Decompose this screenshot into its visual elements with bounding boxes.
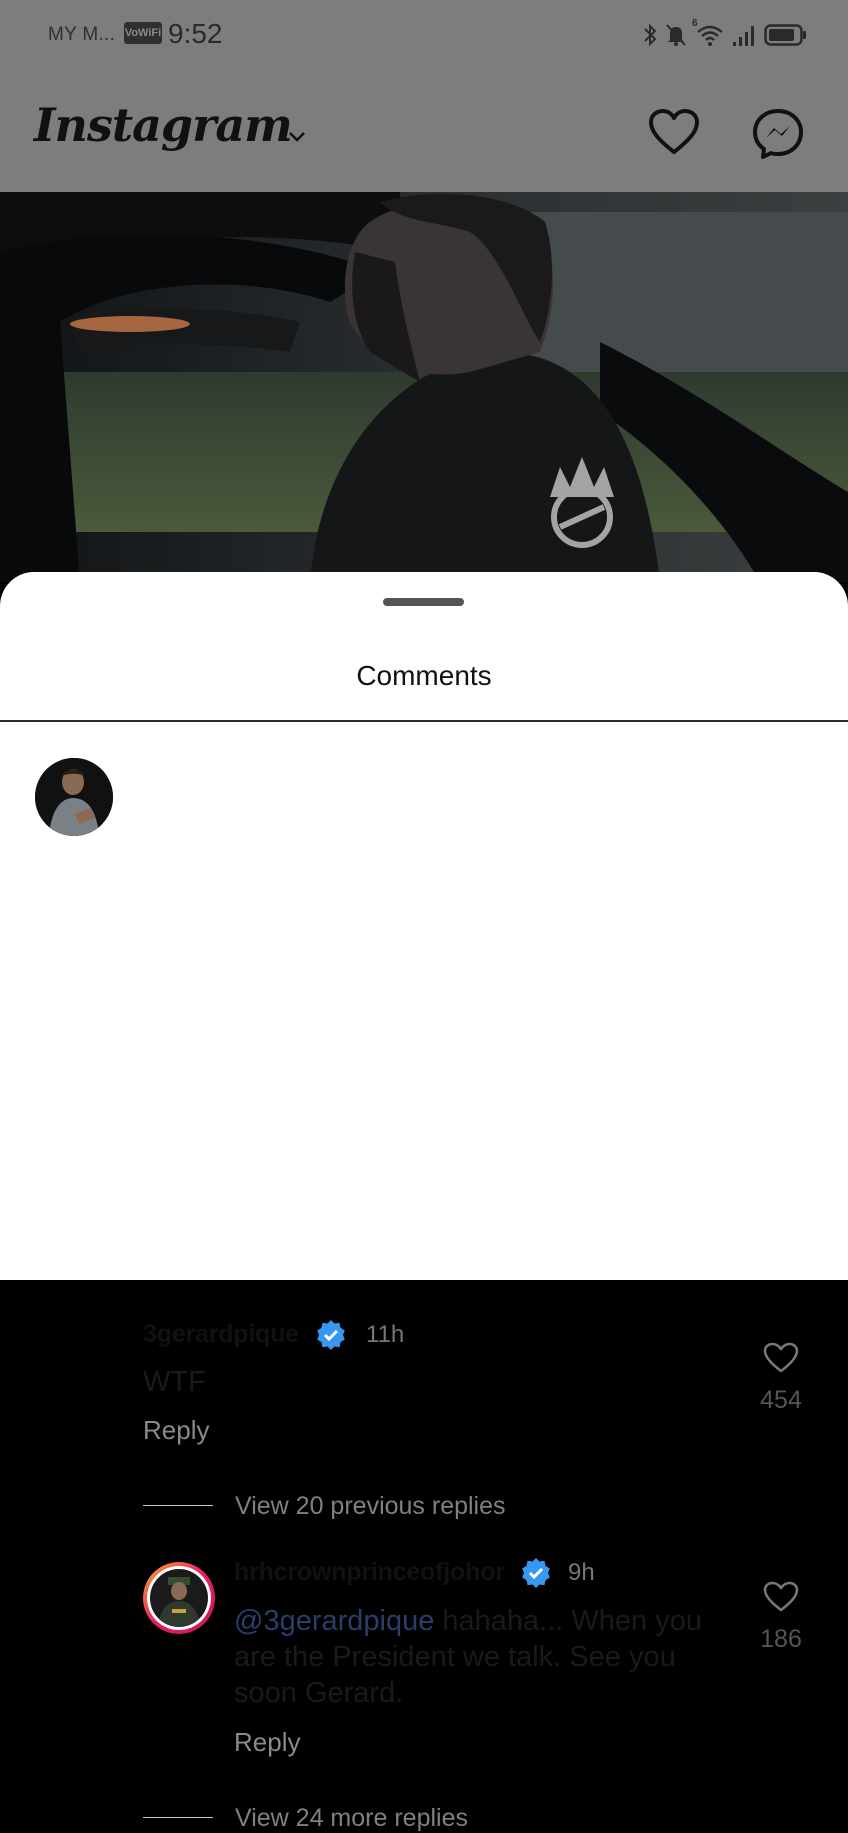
like-count: 186 xyxy=(760,1625,802,1653)
dimmed-top-area: MY M... VoWiFi 9:52 6 Instagram xyxy=(0,0,848,192)
drag-handle[interactable] xyxy=(383,598,464,606)
comments-sheet: Comments 3gerardpique 11h WTF Reply 454 … xyxy=(0,572,848,1832)
post-photo xyxy=(0,192,848,582)
reply-button[interactable]: Reply xyxy=(234,1727,300,1758)
messenger-icon[interactable] xyxy=(752,108,804,160)
comment-username[interactable]: 3gerardpique xyxy=(143,1320,299,1349)
status-icons: 6 xyxy=(642,18,808,50)
comment-text: WTF xyxy=(143,1366,206,1398)
verified-badge-icon xyxy=(317,1320,345,1350)
vowifi-badge: VoWiFi xyxy=(124,22,162,44)
like-count: 454 xyxy=(760,1386,802,1414)
app-header: Instagram xyxy=(0,80,848,190)
like-heart-icon[interactable] xyxy=(763,1581,799,1613)
like-heart-icon[interactable] xyxy=(763,1342,799,1374)
post-image xyxy=(0,192,848,582)
sheet-divider xyxy=(0,720,848,722)
reply-time: 9h xyxy=(568,1559,595,1586)
avatar-photo xyxy=(35,758,113,836)
view-more-replies[interactable]: View 24 more replies xyxy=(235,1804,468,1833)
heart-icon[interactable] xyxy=(648,108,700,156)
signal-icon xyxy=(733,26,754,46)
verified-badge-icon xyxy=(522,1558,550,1588)
sheet-title: Comments xyxy=(356,660,492,691)
reply-button[interactable]: Reply xyxy=(143,1415,209,1446)
replies-divider-line xyxy=(143,1817,213,1818)
reply-username[interactable]: hrhcrownprinceofjohor xyxy=(234,1558,505,1587)
carrier-label: MY M... xyxy=(48,24,116,45)
network-badge: 6 xyxy=(692,18,698,29)
chevron-down-icon[interactable] xyxy=(286,130,308,144)
bell-muted-icon xyxy=(666,24,686,46)
status-time: 9:52 xyxy=(168,18,223,49)
comment-time: 11h xyxy=(366,1321,405,1348)
replies-divider-line xyxy=(143,1505,213,1506)
view-previous-replies[interactable]: View 20 previous replies xyxy=(235,1492,506,1521)
bluetooth-icon xyxy=(644,23,657,47)
avatar[interactable] xyxy=(35,758,113,836)
reply-text: @3gerardpique hahaha... When you are the… xyxy=(234,1603,734,1711)
instagram-logo[interactable]: Instagram xyxy=(34,98,293,152)
battery-icon xyxy=(764,24,806,46)
wifi-icon: 6 xyxy=(692,18,726,48)
status-bar: MY M... VoWiFi 9:52 6 xyxy=(0,0,848,70)
mention-link[interactable]: @3gerardpique xyxy=(234,1605,434,1637)
avatar[interactable] xyxy=(143,1562,215,1634)
avatar-photo xyxy=(150,1569,208,1627)
